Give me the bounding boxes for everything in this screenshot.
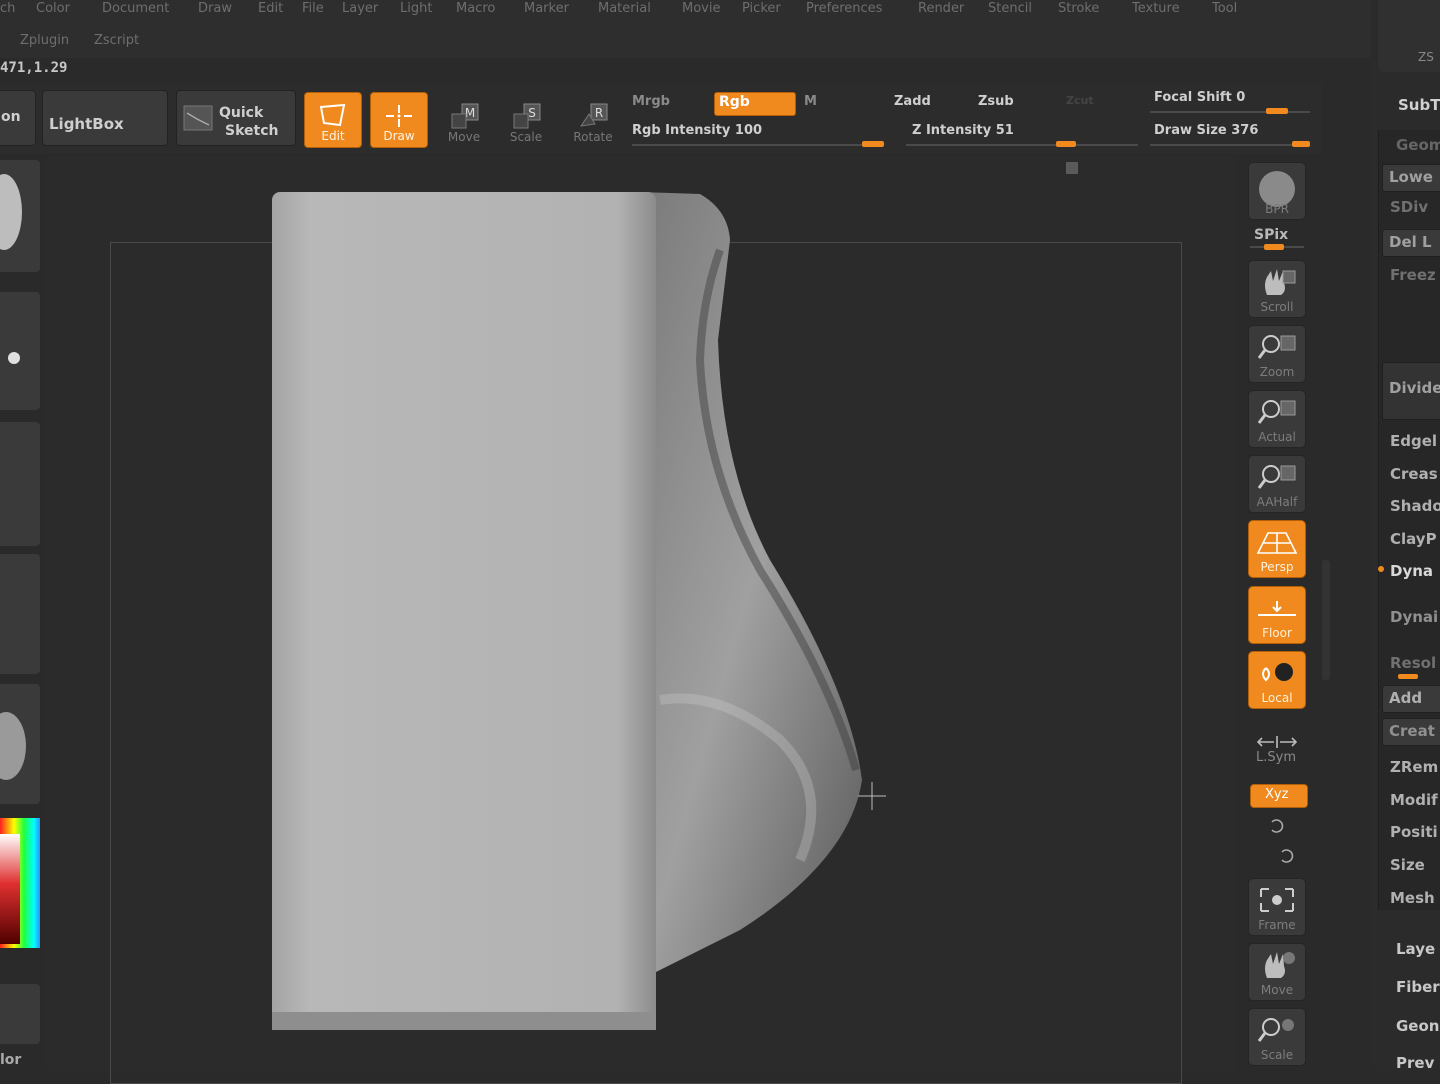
edgeloop-button[interactable]: Edgel xyxy=(1390,432,1437,450)
lower-res-button[interactable]: Lowe xyxy=(1382,164,1440,192)
del-lower-button[interactable]: Del L xyxy=(1382,229,1440,257)
position-button[interactable]: Positi xyxy=(1390,823,1438,841)
divide-label: Divide xyxy=(1389,379,1440,397)
floor-icon xyxy=(1258,601,1296,616)
scroll-button[interactable]: Scroll xyxy=(1248,260,1306,318)
actual-button[interactable]: Actual xyxy=(1248,390,1306,448)
frame-label: Frame xyxy=(1258,918,1296,932)
spix-label: SPix xyxy=(1254,227,1289,243)
fibermesh-header[interactable]: Fiber xyxy=(1396,978,1440,996)
create-button[interactable]: Creat xyxy=(1382,718,1440,746)
perspective-grid-icon xyxy=(1256,532,1298,554)
lower-res-label: Lowe xyxy=(1389,168,1433,186)
zremesher-button[interactable]: ZRem xyxy=(1390,758,1438,776)
zoom-button[interactable]: Zoom xyxy=(1248,325,1306,383)
aahalf-button[interactable]: AAHalf xyxy=(1248,455,1306,513)
zs-label: ZS xyxy=(1418,50,1434,64)
lsym-label: L.Sym xyxy=(1256,750,1296,765)
scroll-label: Scroll xyxy=(1260,300,1294,314)
sdiv-slider[interactable]: SDiv xyxy=(1390,198,1428,216)
actual-label: Actual xyxy=(1258,430,1296,444)
geometry-hd-header[interactable]: Geon xyxy=(1396,1017,1439,1035)
shelf-scrollbar[interactable] xyxy=(1322,560,1330,680)
persp-label: Persp xyxy=(1260,560,1294,574)
aahalf-label: AAHalf xyxy=(1256,495,1298,509)
xyz-button[interactable]: Xyz xyxy=(1250,784,1308,808)
scale-view-label: Scale xyxy=(1260,1048,1294,1062)
local-button[interactable]: Local xyxy=(1248,651,1306,709)
layers-header[interactable]: Laye xyxy=(1396,940,1435,958)
hand-icon xyxy=(1265,952,1295,978)
subtool-header[interactable]: SubT xyxy=(1398,96,1440,114)
spix-knob[interactable] xyxy=(1264,244,1284,250)
dynamesh-button[interactable]: Dyna xyxy=(1390,562,1433,580)
crease-button[interactable]: Creas xyxy=(1390,465,1438,483)
brush-cursor-icon xyxy=(858,782,886,810)
divide-button[interactable]: Divide xyxy=(1382,362,1440,420)
lsym-button[interactable]: L.Sym xyxy=(1248,730,1306,774)
sculpt-model xyxy=(272,192,886,1030)
move-view-button[interactable]: Move xyxy=(1248,943,1306,1001)
mesh-integrity-button[interactable]: Mesh xyxy=(1390,889,1435,907)
local-icon xyxy=(1262,663,1293,682)
floor-label: Floor xyxy=(1262,626,1292,640)
shadowbox-button[interactable]: Shado xyxy=(1390,497,1440,515)
dynamic-button[interactable]: Dynai xyxy=(1390,608,1438,626)
xyz-label: Xyz xyxy=(1265,787,1289,802)
freeze-button[interactable]: Freez xyxy=(1390,266,1436,284)
frame-button[interactable]: Frame xyxy=(1248,878,1306,936)
zs-logo-slot[interactable]: ZS xyxy=(1378,0,1440,72)
add-button[interactable]: Add xyxy=(1382,685,1440,713)
rotate-axis-icons[interactable] xyxy=(1264,814,1294,868)
move-view-label: Move xyxy=(1260,983,1294,997)
resolution-slider[interactable]: Resol xyxy=(1390,654,1436,672)
bpr-label: BPR xyxy=(1265,202,1289,216)
hand-icon xyxy=(1265,269,1296,295)
magnifier-icon xyxy=(1257,465,1296,489)
del-lower-label: Del L xyxy=(1389,233,1432,251)
frame-icon xyxy=(1260,888,1294,912)
size-button[interactable]: Size xyxy=(1390,856,1425,874)
symmetry-arrows-icon xyxy=(1256,736,1298,748)
persp-button[interactable]: Persp xyxy=(1248,520,1306,578)
magnifier-icon xyxy=(1257,335,1296,359)
resolution-knob[interactable] xyxy=(1398,674,1418,679)
floor-button[interactable]: Floor xyxy=(1248,586,1306,644)
claypolish-button[interactable]: ClayP xyxy=(1390,530,1437,548)
local-label: Local xyxy=(1261,691,1293,705)
scale-view-button[interactable]: Scale xyxy=(1248,1008,1306,1066)
zoom-label: Zoom xyxy=(1259,365,1295,379)
add-label: Add xyxy=(1389,689,1423,707)
dynamesh-indicator xyxy=(1378,566,1384,572)
magnifier-icon xyxy=(1257,400,1296,424)
create-label: Creat xyxy=(1389,722,1435,740)
preview-header[interactable]: Prev xyxy=(1396,1054,1434,1072)
geometry-header[interactable]: Geom xyxy=(1396,136,1440,154)
bpr-button[interactable]: BPR xyxy=(1248,162,1306,220)
modify-topology-button[interactable]: Modif xyxy=(1390,791,1438,809)
magnifier-icon xyxy=(1257,1018,1294,1042)
